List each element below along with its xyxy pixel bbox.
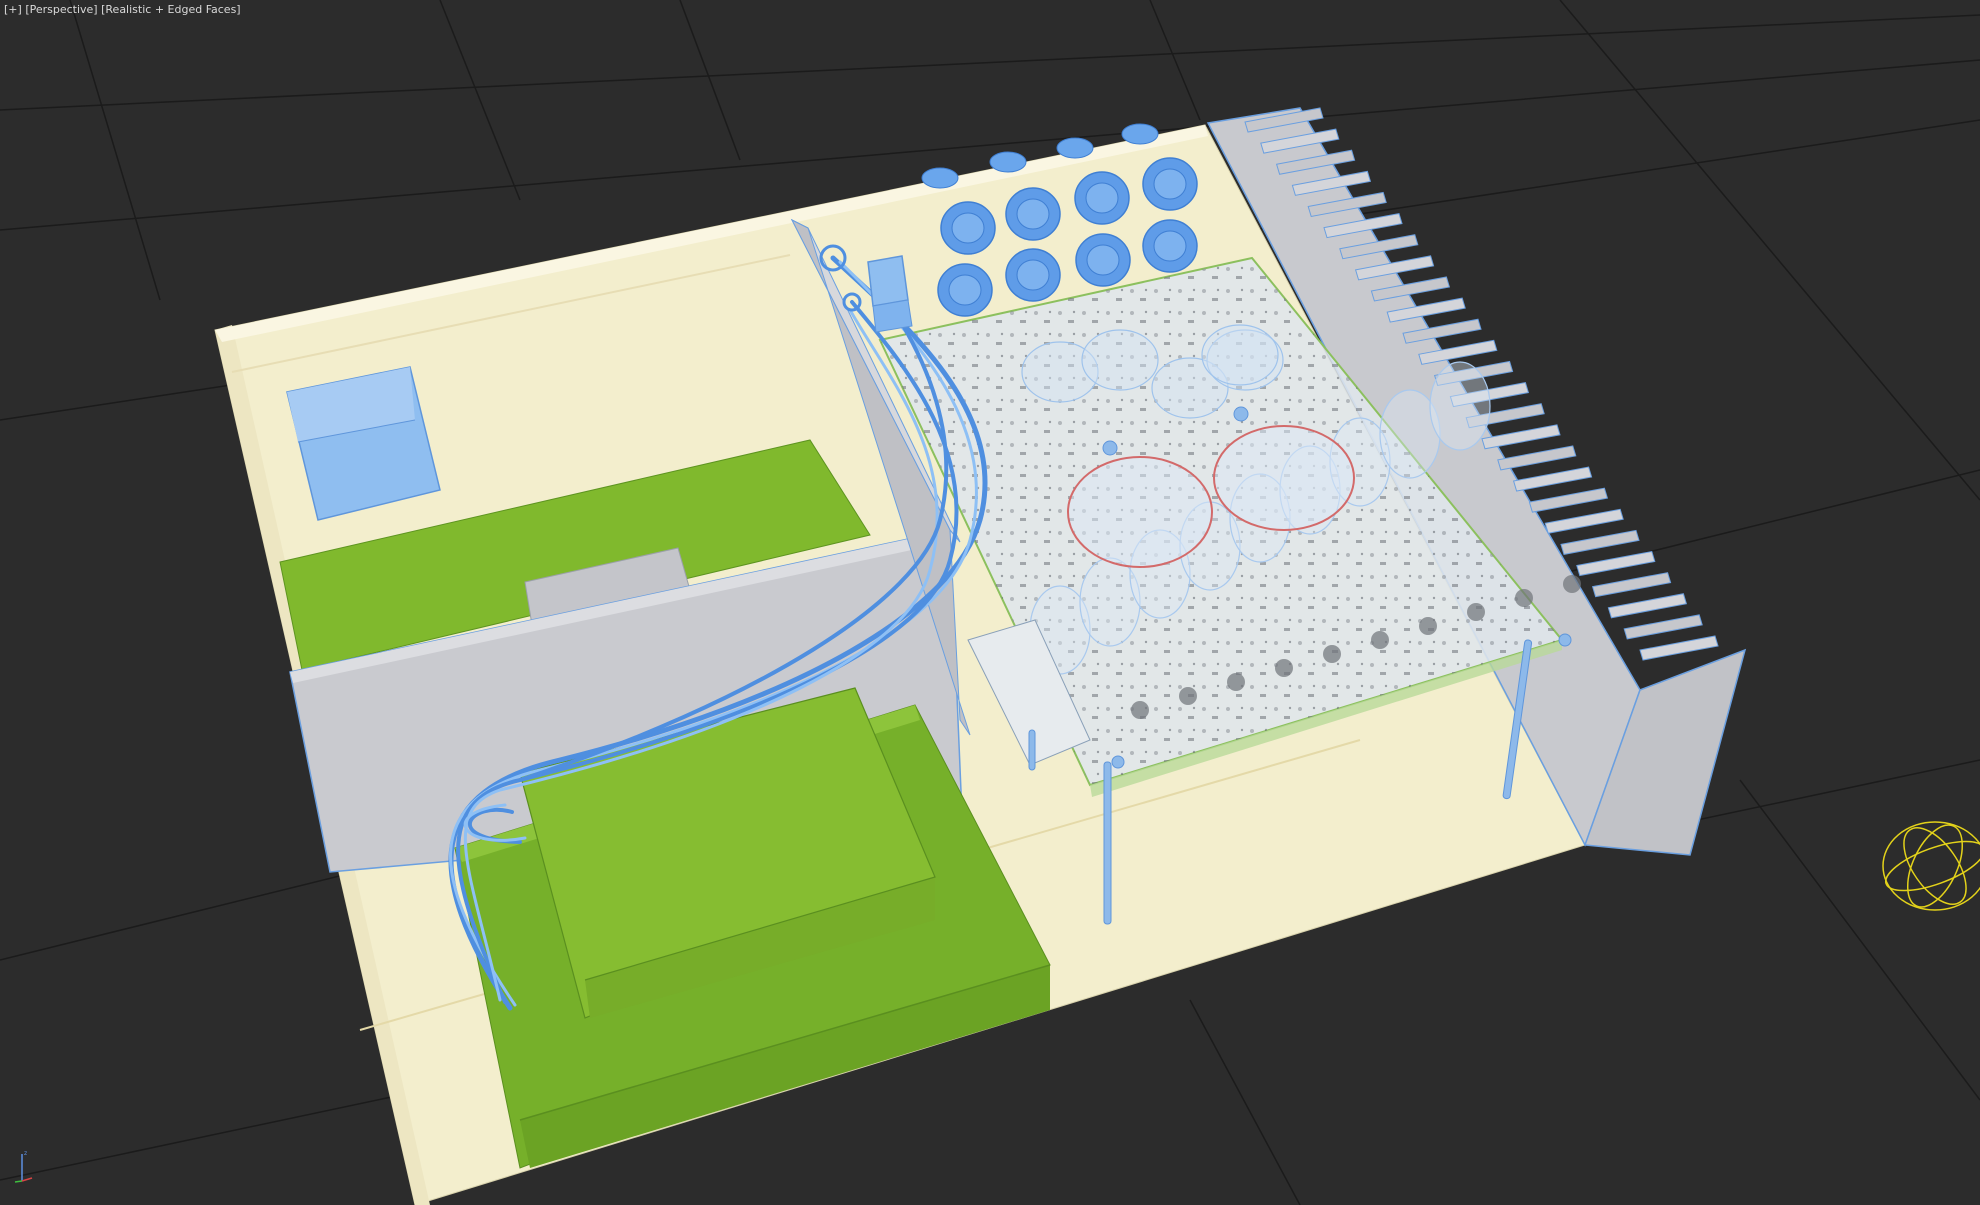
heatsink-fin (1576, 550, 1656, 577)
svg-text:z: z (24, 1150, 27, 1157)
capacitor[interactable] (1005, 248, 1061, 302)
view-type-menu[interactable]: [Perspective] (25, 3, 97, 16)
heatsink-fin (1623, 614, 1703, 640)
heatsink-fin (1639, 635, 1719, 661)
heatsink-fin (1497, 445, 1577, 471)
pcb-pad (1419, 617, 1437, 635)
viewport-label: [+] [Perspective] [Realistic + Edged Fac… (4, 3, 241, 16)
capacitor-top (989, 151, 1027, 173)
pcb-cap-row (1429, 361, 1491, 451)
pcb-pad (1227, 673, 1245, 691)
pcb-capacitor (1201, 324, 1279, 386)
capacitor-top (1121, 123, 1159, 145)
heatsink-fin (1512, 466, 1593, 492)
perspective-viewport[interactable]: [+] [Perspective] [Realistic + Edged Fac… (0, 0, 1980, 1205)
capacitor[interactable] (1142, 219, 1198, 273)
capacitor[interactable] (1075, 233, 1131, 287)
shading-mode-menu[interactable]: [Realistic + Edged Faces] (101, 3, 240, 16)
pcb-pad (1323, 645, 1341, 663)
heatsink-fin (1481, 424, 1561, 450)
pcb-pad (1563, 575, 1581, 593)
omni-light-icon[interactable] (1880, 817, 1980, 915)
heatsink-fin (1591, 572, 1672, 598)
pcb-pad (1131, 701, 1149, 719)
capacitor-top (1056, 137, 1094, 159)
heatsink-fin (1544, 508, 1624, 534)
heatsink-fin (1607, 593, 1688, 619)
heatsink-fin (1560, 529, 1640, 555)
toroid-left[interactable] (1067, 456, 1213, 568)
capacitor[interactable] (1074, 171, 1130, 225)
pcb-pad (1275, 659, 1293, 677)
scene-canvas[interactable] (0, 0, 1980, 1205)
capacitor[interactable] (940, 201, 996, 255)
pcb-pad (1179, 687, 1197, 705)
pcb-pad (1371, 631, 1389, 649)
pcb-pad (1515, 589, 1533, 607)
capacitor[interactable] (937, 263, 993, 317)
capacitor-top (921, 167, 959, 189)
toroid-right[interactable] (1213, 425, 1355, 531)
capacitor[interactable] (1005, 187, 1061, 241)
heatsink-fin (1528, 487, 1609, 513)
capacitor[interactable] (1142, 157, 1198, 211)
pcb-capacitor (1081, 329, 1159, 391)
viewport-menu-button[interactable]: [+] (4, 3, 22, 16)
axis-tripod-icon: z (14, 1150, 33, 1183)
pcb-pad (1467, 603, 1485, 621)
